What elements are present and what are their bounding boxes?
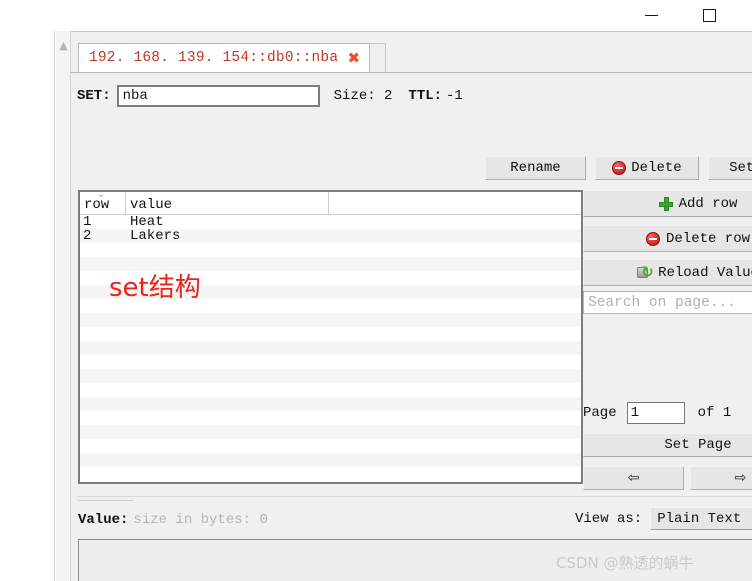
cell-row-index: 1 [83,214,92,230]
view-as-label: View as: [575,510,643,527]
close-icon[interactable]: ✖ [346,50,361,66]
key-ttl-label: TTL: [408,88,443,104]
view-as-group: View as: Plain Text [575,507,752,530]
column-header-row[interactable]: ⌄ row [80,192,126,214]
maximize-button[interactable] [686,0,732,31]
rename-button[interactable]: Rename [485,156,586,180]
table-row[interactable]: 1 Heat [80,215,581,229]
table-header: ⌄ row value [80,192,581,215]
table-empty-row [80,453,581,467]
table-empty-row [80,341,581,355]
value-table[interactable]: ⌄ row value 1 Heat 2 Lakers set结构 [78,190,583,484]
tab-label: 192. 168. 139. 154::db0::nba [89,50,339,66]
delete-row-button-label: Delete row [665,230,750,247]
set-page-button[interactable]: Set Page [583,433,752,457]
table-row[interactable]: 2 Lakers [80,229,581,243]
view-as-select[interactable]: Plain Text [650,507,752,530]
key-name-input[interactable] [116,85,320,107]
value-bar: Value: size in bytes: 0 View as: Plain T… [78,507,752,533]
reload-icon [637,263,654,281]
tab-strip: 192. 168. 139. 154::db0::nba ✖ [71,43,752,73]
key-type-label: SET: [77,88,111,104]
scroll-up-icon[interactable]: ▲ [57,38,70,52]
tab-key-nba[interactable]: 192. 168. 139. 154::db0::nba ✖ [78,43,371,73]
watermark: CSDN @熟透的蜗牛 [556,554,694,572]
add-row-button-label: Add row [678,195,738,212]
rename-button-label: Rename [510,160,561,176]
maximize-icon [702,9,716,22]
set-page-button-label: Set Page [664,437,732,453]
key-size-label: Size: 2 [333,88,393,104]
cell-value: Lakers [130,228,181,244]
table-empty-row [80,467,581,481]
delete-row-button[interactable]: Delete row [583,225,752,252]
table-empty-row [80,411,581,425]
annotation-text: set结构 [109,273,201,303]
reload-value-button-label: Reload Value [658,264,752,281]
key-content-area: SET: Size: 2 TTL: -1 Rename Delete Set T… [71,72,752,581]
page-number-input[interactable] [626,402,685,424]
value-label: Value: [78,512,129,528]
delete-button[interactable]: Delete [595,156,699,180]
vertical-scrollbar[interactable] [56,31,71,581]
left-gutter [0,31,55,581]
table-empty-row [80,383,581,397]
minus-circle-icon [645,231,660,246]
view-as-value: Plain Text [657,510,742,527]
set-ttl-button[interactable]: Set TTL [708,156,752,180]
minimize-icon [644,15,658,16]
plus-icon [658,196,673,211]
reload-value-button[interactable]: Reload Value [583,259,752,286]
sort-chevron-icon: ⌄ [97,190,106,200]
panel-splitter[interactable] [77,496,752,501]
app-root: ▲ 192. 168. 139. 154::db0::nba ✖ SET: Si… [0,0,752,581]
column-header-spacer [329,192,581,214]
next-page-button[interactable]: ⇨ [690,466,752,490]
cell-value: Heat [130,214,164,230]
key-ttl-value: -1 [446,88,463,104]
minimize-button[interactable] [628,0,674,31]
table-empty-row [80,313,581,327]
table-empty-row [80,397,581,411]
key-form-row: SET: Size: 2 TTL: -1 [77,84,463,108]
table-empty-row [80,369,581,383]
arrow-left-icon: ⇦ [627,470,640,486]
previous-page-button[interactable]: ⇦ [583,466,684,490]
table-empty-row [80,355,581,369]
column-header-value[interactable]: value [126,192,329,214]
table-empty-row [80,439,581,453]
value-size-text: size in bytes: 0 [133,512,268,528]
delete-icon [612,161,627,175]
search-input[interactable] [583,291,752,314]
arrow-right-icon: ⇨ [734,470,747,486]
page-total-label: of 1 [697,405,732,421]
set-ttl-button-label: Set TTL [729,160,752,176]
table-empty-row [80,425,581,439]
page-label: Page [583,405,617,421]
cell-row-index: 2 [83,228,92,244]
table-empty-row [80,243,581,257]
table-empty-row [80,327,581,341]
delete-button-label: Delete [631,160,682,176]
table-body: 1 Heat 2 Lakers [80,215,581,481]
add-row-button[interactable]: Add row [583,190,752,217]
column-header-value-label: value [130,197,173,213]
pagination-row: Page of 1 [583,400,752,426]
window-titlebar [0,0,752,31]
